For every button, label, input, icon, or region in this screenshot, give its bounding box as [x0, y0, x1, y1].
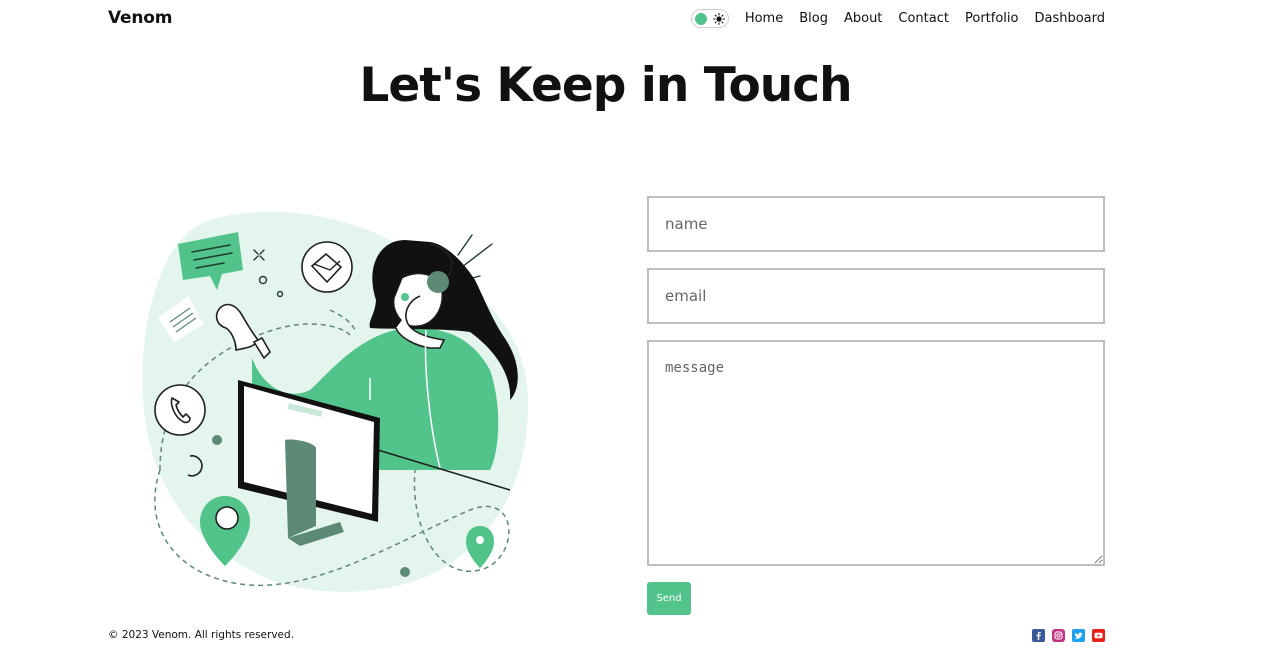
nav-about[interactable]: About: [844, 11, 882, 26]
footer: © 2023 Venom. All rights reserved.: [108, 626, 1105, 644]
phone-icon: [154, 384, 206, 436]
toggle-knob: [694, 12, 707, 25]
instagram-icon[interactable]: [1052, 628, 1065, 642]
email-field[interactable]: [647, 268, 1105, 324]
theme-toggle[interactable]: [690, 8, 729, 28]
mail-icon: [301, 241, 353, 293]
brand-logo[interactable]: Venom: [108, 8, 172, 28]
nav-contact[interactable]: Contact: [898, 11, 949, 26]
location-pin-icon: [466, 526, 494, 568]
contact-form: Send: [647, 196, 1105, 615]
youtube-icon[interactable]: [1092, 628, 1105, 642]
twitter-icon[interactable]: [1072, 628, 1085, 642]
send-button[interactable]: Send: [647, 582, 691, 615]
name-field[interactable]: [647, 196, 1105, 252]
navbar: Venom Home Blog About Contact Portfolio …: [108, 0, 1105, 36]
nav-right: Home Blog About Contact Portfolio Dashbo…: [690, 8, 1105, 28]
customer-support-illustration: [142, 211, 529, 592]
nav-dashboard[interactable]: Dashboard: [1034, 11, 1105, 26]
nav-portfolio[interactable]: Portfolio: [965, 11, 1018, 26]
headset-icon: [427, 271, 449, 293]
nav-links: Home Blog About Contact Portfolio Dashbo…: [745, 11, 1105, 26]
copyright-text: © 2023 Venom. All rights reserved.: [108, 629, 295, 641]
sun-icon: [712, 12, 725, 25]
nav-home[interactable]: Home: [745, 11, 783, 26]
nav-blog[interactable]: Blog: [799, 11, 828, 26]
social-links: [1025, 628, 1105, 642]
message-field[interactable]: [647, 340, 1105, 566]
page-title: Let's Keep in Touch: [359, 58, 852, 113]
facebook-icon[interactable]: [1032, 628, 1045, 642]
